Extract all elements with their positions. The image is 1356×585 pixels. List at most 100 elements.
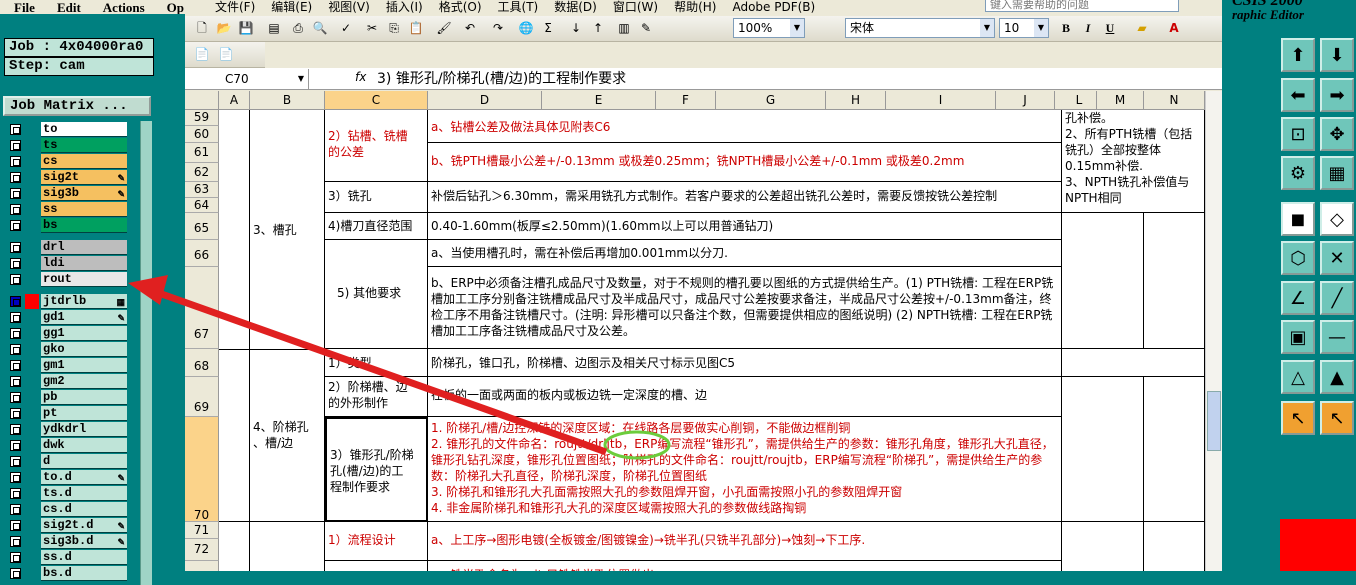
sheet-vertical-scrollbar[interactable] (1205, 91, 1222, 571)
hyperlink-icon[interactable]: 🌐 (517, 19, 535, 37)
cell-c-blank[interactable] (325, 561, 428, 571)
cell-d69[interactable]: 在板的一面或两面的板内或板边铣一定深度的槽、边 (428, 377, 1062, 417)
layer-checkbox[interactable] (10, 242, 21, 253)
layer-name[interactable]: sig3b.d ✎ (41, 534, 127, 549)
layer-name[interactable]: ts.d (41, 486, 127, 501)
layer-row[interactable]: cs (4, 153, 128, 169)
job-matrix-button[interactable]: Job Matrix ... (3, 96, 151, 116)
save-icon[interactable]: 💾 (237, 19, 255, 37)
col-header-b[interactable]: B (250, 91, 325, 110)
layer-row[interactable]: bs.d (4, 565, 128, 581)
layer-name[interactable]: cs.d (41, 502, 127, 517)
layer-checkbox[interactable] (10, 140, 21, 151)
col-header-f[interactable]: F (656, 91, 716, 110)
row-header[interactable]: 61 (185, 143, 219, 163)
layer-name[interactable]: bs.d (41, 566, 127, 581)
cell-n-blank[interactable] (1144, 213, 1205, 349)
layer-checkbox[interactable] (10, 328, 21, 339)
format-painter-icon[interactable]: 🖌 (435, 19, 453, 37)
row-header[interactable]: 67 (185, 267, 219, 349)
cell-c-cone-selected[interactable]: 3）锥形孔/阶梯 孔(槽/边)的工 程制作要求 (325, 417, 428, 522)
menu-data[interactable]: 数据(D) (554, 0, 597, 15)
layer-row[interactable]: ss.d (4, 549, 128, 565)
layer-checkbox[interactable] (10, 408, 21, 419)
cell-n69[interactable] (1144, 377, 1205, 522)
layer-name[interactable]: dwk (41, 438, 127, 453)
formula-input[interactable]: 3) 锥形孔/阶梯孔(槽/边)的工程制作要求 (377, 69, 626, 89)
layer-row[interactable]: gko (4, 341, 128, 357)
layer-row[interactable]: sig2t.d ✎ (4, 517, 128, 533)
cell-d70[interactable]: 1. 阶梯孔/槽/边控深铣的深度区域：在线路各层要做实心削铜，不能做边框削铜 2… (428, 417, 1062, 522)
layer-name[interactable]: to (41, 122, 127, 137)
layer-row[interactable]: gd1 ✎ (4, 309, 128, 325)
layer-name[interactable]: gd1 ✎ (41, 310, 127, 325)
chevron-down-icon[interactable]: ▼ (298, 69, 304, 89)
cell-d71[interactable]: a、上工序→图形电镀(全板镀金/图镀镍金)→铣半孔(只铣半孔部分)→蚀刻→下工序… (428, 522, 1062, 561)
layer-name[interactable]: ss (41, 202, 127, 217)
layer-checkbox[interactable] (10, 392, 21, 403)
line-angle-icon[interactable]: ∠ (1281, 281, 1315, 315)
layer-checkbox[interactable] (10, 520, 21, 531)
layer-row[interactable]: sig2t ✎ (4, 169, 128, 185)
paste-icon[interactable]: 📋 (407, 19, 425, 37)
scroll-thumb[interactable] (1207, 391, 1221, 451)
layer-row[interactable]: ts.d (4, 485, 128, 501)
row-header[interactable]: 64 (185, 198, 219, 213)
layer-row[interactable]: pb (4, 389, 128, 405)
grid-icon[interactable]: ▦ (1320, 156, 1354, 190)
pointer-icon[interactable]: ↖ (1281, 401, 1315, 435)
row-header[interactable]: 62 (185, 163, 219, 182)
chevron-down-icon[interactable]: ▼ (790, 19, 804, 37)
permission-icon[interactable]: ▤ (265, 19, 283, 37)
layer-checkbox[interactable] (10, 424, 21, 435)
cell-c-knife[interactable]: 4)槽刀直径范围 (325, 213, 428, 240)
cell-b-step[interactable]: 4、阶梯孔 、槽/边 (250, 349, 325, 522)
menu-format[interactable]: 格式(O) (439, 0, 482, 15)
spelling-icon[interactable]: ✓ (337, 19, 355, 37)
cell-d68[interactable]: 阶梯孔，锥口孔，阶梯槽、边图示及相关尺寸标示见图C5 (428, 349, 1062, 377)
cell-l-blank[interactable] (1062, 213, 1144, 349)
row-header[interactable]: 60 (185, 126, 219, 143)
layer-row[interactable]: sig3b ✎ (4, 185, 128, 201)
cell-l69[interactable] (1062, 377, 1144, 522)
layer-name[interactable]: ts (41, 138, 127, 153)
layer-checkbox[interactable] (10, 188, 21, 199)
row-header[interactable]: 70 (185, 417, 219, 522)
underline-button[interactable]: U (1101, 19, 1119, 37)
layer-checkbox[interactable] (10, 204, 21, 215)
shrink-icon[interactable]: ⊡ (1281, 117, 1315, 151)
menu-edit[interactable]: 编辑(E) (271, 0, 312, 15)
col-header-h[interactable]: H (826, 91, 886, 110)
layer-checkbox[interactable] (10, 488, 21, 499)
col-header-c[interactable]: C (325, 91, 428, 110)
layer-checkbox[interactable] (10, 376, 21, 387)
layer-checkbox[interactable] (10, 274, 21, 285)
layer-checkbox[interactable] (10, 360, 21, 371)
copy-icon[interactable]: ⎘ (385, 19, 403, 37)
tools-icon[interactable]: ⚙ (1281, 156, 1315, 190)
layer-checkbox[interactable] (10, 344, 21, 355)
row-header[interactable]: 66 (185, 240, 219, 267)
font-size-select[interactable]: 10 ▼ (999, 18, 1049, 38)
layer-checkbox[interactable] (10, 296, 21, 307)
menu-file[interactable]: 文件(F) (215, 0, 255, 15)
cell-l68[interactable] (1062, 349, 1205, 377)
layer-name[interactable]: sig2t.d ✎ (41, 518, 127, 533)
fx-icon[interactable]: fx (355, 70, 366, 84)
cell-d66[interactable]: a、当使用槽孔时，需在补偿后再增加0.001mm以分刀. (428, 240, 1062, 267)
connect-icon[interactable]: ⬡ (1281, 241, 1315, 275)
cell-b-slot[interactable]: 3、槽孔 (250, 110, 325, 350)
cell-d63[interactable]: 补偿后钻孔＞6.30mm，需采用铣孔方式制作。若客户要求的公差超出铣孔公差时，需… (428, 182, 1062, 213)
row-header[interactable]: 59 (185, 110, 219, 126)
chevron-down-icon[interactable]: ▼ (1034, 19, 1048, 37)
new-icon[interactable]: 🗋 (193, 19, 211, 37)
row-header[interactable]: 72 (185, 539, 219, 561)
pad-add-icon[interactable]: ▣ (1281, 320, 1315, 354)
cell-c-outer[interactable]: 2）阶梯槽、边 的外形制作 (325, 377, 428, 417)
col-header-a[interactable]: A (219, 91, 250, 110)
row-header[interactable]: 69 (185, 377, 219, 417)
move-down-icon[interactable]: ⬇ (1320, 38, 1354, 72)
layer-list-scrollbar[interactable] (140, 121, 152, 585)
layer-name[interactable]: bs (41, 218, 127, 233)
triangle-up-icon[interactable]: ▲ (1320, 360, 1354, 394)
